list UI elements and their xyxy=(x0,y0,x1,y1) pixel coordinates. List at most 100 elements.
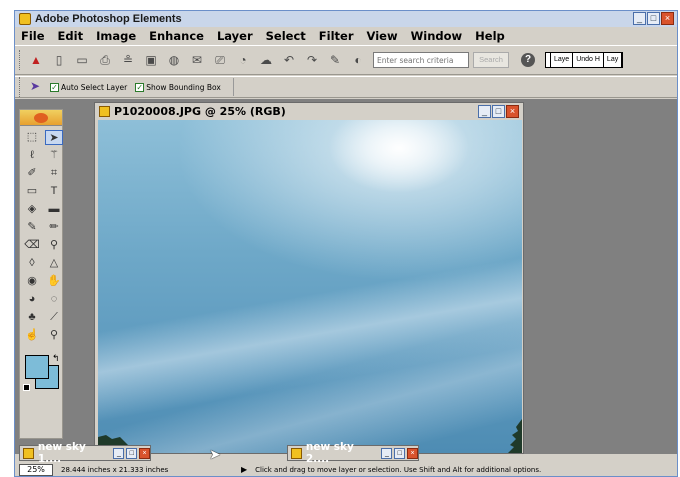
sharpen-tool-icon[interactable]: △ xyxy=(45,256,63,271)
search-input[interactable] xyxy=(373,52,469,68)
marquee-tool-icon[interactable]: ⬚ xyxy=(23,130,41,145)
lasso-tool-icon[interactable]: ℓ xyxy=(23,148,41,163)
adobe-online-icon[interactable]: ▲ xyxy=(26,50,46,70)
palette-tab-layers[interactable]: Laye xyxy=(551,53,574,67)
image-canvas[interactable] xyxy=(98,120,522,453)
step-backward-icon[interactable]: ↶ xyxy=(279,50,299,70)
sponge-tool-icon[interactable]: ◉ xyxy=(23,274,41,289)
color-swatches: ↰ xyxy=(23,353,63,395)
mouse-pointer-icon: ➤ xyxy=(209,446,221,462)
step-forward-icon[interactable]: ↷ xyxy=(302,50,322,70)
menu-help[interactable]: Help xyxy=(475,29,505,43)
document-window-controls: _ □ × xyxy=(478,105,519,118)
toolbox-header[interactable] xyxy=(20,110,62,126)
clone-stamp-tool-icon[interactable]: ⚲ xyxy=(45,238,63,253)
palette-tab-undo-history[interactable]: Undo H xyxy=(573,53,604,67)
doc-minimize-button[interactable]: _ xyxy=(381,447,393,459)
eyedropper-tool-icon[interactable]: ⟋ xyxy=(45,310,63,325)
attach-to-email-icon[interactable]: ✉ xyxy=(187,50,207,70)
minimized-doc-new-sky-1[interactable]: new sky 1.... _ □ × xyxy=(19,441,151,465)
blur-tool-icon[interactable]: ◊ xyxy=(23,256,41,271)
show-bounding-box-checkbox[interactable]: ✓ Show Bounding Box xyxy=(135,82,221,92)
print-preview-icon[interactable]: ◔ xyxy=(233,50,253,70)
doc-minimize-button[interactable]: _ xyxy=(478,105,491,118)
smudge-tool-icon[interactable]: ✋ xyxy=(45,274,63,289)
help-icon[interactable]: ? xyxy=(521,53,535,67)
menu-filter[interactable]: Filter xyxy=(319,29,354,43)
document-title: P1020008.JPG @ 25% (RGB) xyxy=(114,104,286,118)
close-button[interactable]: × xyxy=(661,12,674,25)
minimize-button[interactable]: _ xyxy=(633,12,646,25)
zoom-field[interactable]: 25% xyxy=(19,463,53,476)
pencil-tool-icon[interactable]: ✏ xyxy=(45,220,63,235)
doc-maximize-button[interactable]: □ xyxy=(492,105,505,118)
doc-minimize-button[interactable]: _ xyxy=(113,447,125,459)
selection-brush-tool-icon[interactable]: ✐ xyxy=(23,166,41,181)
doc-maximize-button[interactable]: □ xyxy=(126,447,138,459)
options-grip[interactable] xyxy=(19,77,22,97)
auto-select-layer-checkbox[interactable]: ✓ Auto Select Layer xyxy=(50,82,127,92)
quick-fix-icon[interactable]: ✎ xyxy=(325,50,345,70)
type-tool-icon[interactable]: T xyxy=(45,184,63,199)
new-file-icon[interactable]: ▯ xyxy=(49,50,69,70)
maximize-button[interactable]: □ xyxy=(647,12,660,25)
minimized-doc-title: new sky 1.... xyxy=(37,441,86,465)
status-menu-arrow-icon[interactable]: ▶ xyxy=(241,465,247,474)
move-tool-icon[interactable]: ➤ xyxy=(45,130,63,145)
menu-layer[interactable]: Layer xyxy=(217,29,253,43)
tree-silhouette-right xyxy=(508,419,522,453)
shape-tool-icon[interactable]: ▭ xyxy=(23,184,41,199)
open-file-icon[interactable]: ▭ xyxy=(72,50,92,70)
hand-tool-icon[interactable]: ☝ xyxy=(23,328,41,343)
menu-enhance[interactable]: Enhance xyxy=(149,29,204,43)
gradient-tool-icon[interactable]: ▬ xyxy=(45,202,63,217)
default-colors-icon[interactable] xyxy=(23,384,30,391)
print-icon[interactable]: ⎚ xyxy=(210,50,230,70)
doc-close-button[interactable]: × xyxy=(139,447,151,459)
save-icon[interactable]: ▣ xyxy=(141,50,161,70)
scan-icon[interactable]: ≗ xyxy=(118,50,138,70)
foreground-color-swatch[interactable] xyxy=(25,355,49,379)
pattern-stamp-tool-icon[interactable]: ♣ xyxy=(23,310,41,325)
doc-close-button[interactable]: × xyxy=(506,105,519,118)
doc-maximize-button[interactable]: □ xyxy=(394,447,406,459)
red-eye-brush-tool-icon[interactable]: ◕ xyxy=(23,292,41,307)
move-tool-icon[interactable]: ➤ xyxy=(26,79,44,95)
menu-file[interactable]: File xyxy=(21,29,45,43)
swap-colors-icon[interactable]: ↰ xyxy=(52,353,60,364)
menu-image[interactable]: Image xyxy=(96,29,136,43)
search-button[interactable]: Search xyxy=(473,52,509,68)
crop-tool-icon[interactable]: ⌗ xyxy=(45,166,63,181)
menu-window[interactable]: Window xyxy=(411,29,463,43)
checkbox-checked-icon[interactable]: ✓ xyxy=(135,82,145,92)
toolbox: ⬚ ➤ ℓ ⚚ ✐ ⌗ ▭ T ◈ ▬ ✎ ✏ ⌫ ⚲ ◊ △ ◉ ✋ ◕ ◌ xyxy=(19,109,63,439)
shortcuts-toolbar: ▲ ▯ ▭ ⎙ ≗ ▣ ◍ ✉ ⎚ ◔ ☁ ↶ ↷ ✎ ◐ Search ? L… xyxy=(15,45,677,75)
color-variations-icon[interactable]: ◐ xyxy=(348,50,368,70)
menu-edit[interactable]: Edit xyxy=(58,29,84,43)
document-dimensions: 28.444 inches x 21.333 inches xyxy=(61,465,169,474)
minimized-doc-new-sky-2[interactable]: new sky 2.... _ □ × xyxy=(287,441,419,465)
save-for-web-icon[interactable]: ◍ xyxy=(164,50,184,70)
eraser-tool-icon[interactable]: ⌫ xyxy=(23,238,41,253)
show-bounding-box-label: Show Bounding Box xyxy=(146,82,221,92)
menu-view[interactable]: View xyxy=(367,29,398,43)
paint-bucket-tool-icon[interactable]: ◈ xyxy=(23,202,41,217)
checkbox-checked-icon[interactable]: ✓ xyxy=(50,82,59,92)
tools-grid: ⬚ ➤ ℓ ⚚ ✐ ⌗ ▭ T ◈ ▬ ✎ ✏ ⌫ ⚲ ◊ △ ◉ ✋ ◕ ◌ xyxy=(20,126,63,347)
palette-tab-layer-styles[interactable]: Lay xyxy=(604,53,623,67)
options-divider xyxy=(232,78,234,96)
document-window: P1020008.JPG @ 25% (RGB) _ □ × xyxy=(94,102,524,454)
import-icon[interactable]: ⎙ xyxy=(95,50,115,70)
app-logo-icon xyxy=(19,13,31,25)
brush-tool-icon[interactable]: ✎ xyxy=(23,220,41,235)
toolbar-grip[interactable] xyxy=(19,50,22,70)
document-icon xyxy=(291,447,302,459)
menu-select[interactable]: Select xyxy=(266,29,306,43)
impressionist-brush-tool-icon[interactable]: ◌ xyxy=(45,292,63,307)
document-title-bar[interactable]: P1020008.JPG @ 25% (RGB) _ □ × xyxy=(95,103,523,119)
doc-close-button[interactable]: × xyxy=(407,447,419,459)
magic-wand-tool-icon[interactable]: ⚚ xyxy=(45,148,63,163)
workspace: ⬚ ➤ ℓ ⚚ ✐ ⌗ ▭ T ◈ ▬ ✎ ✏ ⌫ ⚲ ◊ △ ◉ ✋ ◕ ◌ xyxy=(15,99,677,465)
online-services-icon[interactable]: ☁ xyxy=(256,50,276,70)
zoom-tool-icon[interactable]: ⚲ xyxy=(45,328,63,343)
